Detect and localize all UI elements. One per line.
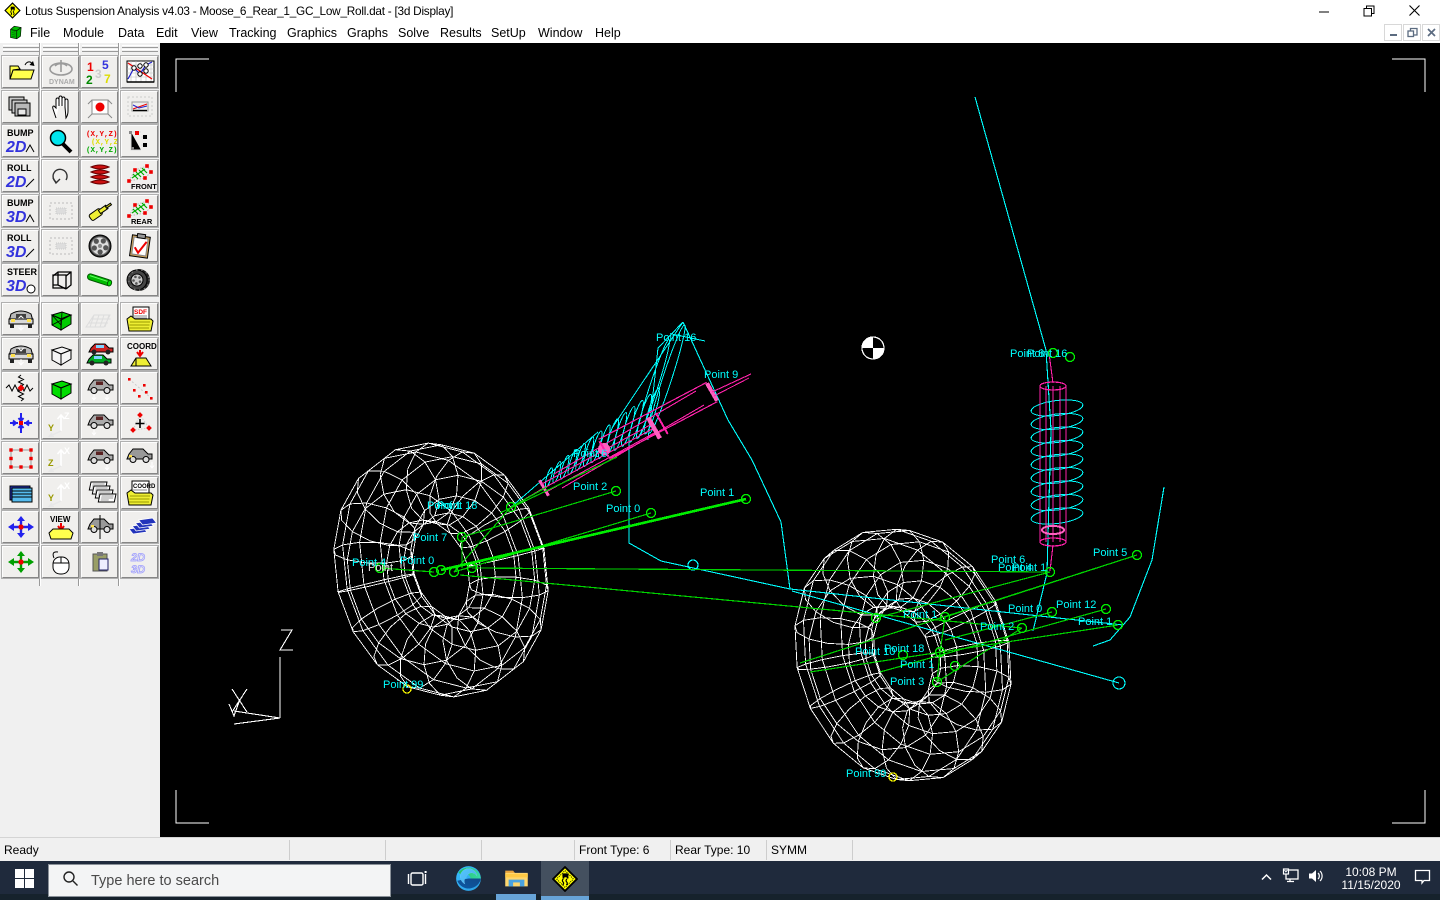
svg-text:2D: 2D: [5, 139, 27, 155]
svg-text:5: 5: [102, 58, 109, 72]
svg-text:Y: Y: [48, 423, 54, 433]
svg-text:Point 99: Point 99: [846, 768, 886, 780]
svg-text:Z: Z: [64, 411, 70, 421]
svg-text:STEER: STEER: [7, 267, 38, 277]
svg-text:SDF: SDF: [134, 309, 147, 316]
svg-text:2D: 2D: [5, 174, 27, 190]
svg-text:Point 2: Point 2: [573, 481, 607, 493]
svg-text:Point 16: Point 16: [1027, 348, 1067, 360]
svg-text:COORD: COORD: [133, 484, 156, 490]
svg-text:FRONT: FRONT: [131, 182, 157, 190]
svg-text:Point 0: Point 0: [606, 503, 640, 515]
svg-text:Point 1: Point 1: [700, 487, 734, 499]
svg-text:Point 1: Point 1: [427, 500, 461, 512]
svg-text:Point 0: Point 0: [400, 555, 434, 567]
svg-text:Point 1: Point 1: [1012, 562, 1046, 574]
svg-text:Point 18: Point 18: [884, 643, 924, 655]
svg-text:2D: 2D: [130, 552, 145, 564]
svg-text:Y: Y: [48, 493, 54, 503]
svg-text:ROLL: ROLL: [7, 163, 32, 173]
svg-text:Point 5: Point 5: [1093, 547, 1127, 559]
svg-text:3D: 3D: [6, 209, 27, 225]
svg-text:ROLL: ROLL: [7, 233, 32, 243]
svg-text:3D: 3D: [6, 278, 27, 294]
svg-text:VIEW: VIEW: [50, 515, 71, 524]
svg-text:2: 2: [86, 73, 93, 86]
svg-text:Point 7: Point 7: [413, 532, 447, 544]
svg-text:X: X: [64, 481, 70, 491]
svg-text:COORD: COORD: [127, 342, 157, 351]
svg-text:DYNAM: DYNAM: [49, 79, 75, 86]
svg-text:Point 6: Point 6: [573, 448, 607, 460]
svg-text:BUMP: BUMP: [7, 198, 34, 208]
svg-text:1: 1: [87, 60, 94, 74]
svg-text:Point 2: Point 2: [980, 621, 1014, 633]
svg-text:3D: 3D: [6, 244, 27, 260]
svg-text:3D: 3D: [131, 564, 145, 576]
svg-text:(X,Y,Z): (X,Y,Z): [86, 131, 117, 139]
svg-text:Z: Z: [48, 458, 54, 468]
svg-text:(X,Y,Z): (X,Y,Z): [86, 147, 117, 155]
svg-text:Point: Point: [368, 562, 393, 574]
svg-text:Point 0: Point 0: [1008, 603, 1042, 615]
svg-text:Point 1: Point 1: [900, 659, 934, 671]
svg-text:Point 9: Point 9: [704, 369, 738, 381]
svg-text:Point 12: Point 12: [1056, 599, 1096, 611]
svg-text:Point 1: Point 1: [903, 609, 937, 621]
svg-text:Point 99: Point 99: [383, 679, 423, 691]
svg-text:7: 7: [104, 72, 111, 86]
svg-text:BUMP: BUMP: [7, 128, 34, 138]
svg-text:Point 3: Point 3: [890, 676, 924, 688]
svg-text:X: X: [64, 446, 70, 456]
svg-text:REAR: REAR: [131, 217, 153, 225]
svg-text:Point 16: Point 16: [656, 332, 696, 344]
svg-text:Point 1: Point 1: [1078, 616, 1112, 628]
svg-text:3: 3: [95, 67, 102, 81]
svg-text:(X,Y,Z): (X,Y,Z): [91, 139, 117, 147]
